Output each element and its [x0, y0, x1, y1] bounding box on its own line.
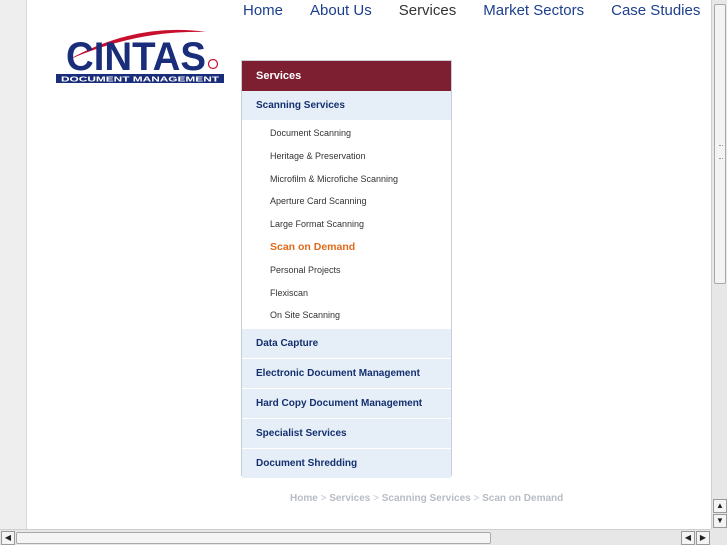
menu-item-on-site-scanning[interactable]: On Site Scanning — [242, 304, 451, 327]
menu-item-large-format-scanning[interactable]: Large Format Scanning — [242, 213, 451, 236]
scroll-down-arrow-icon[interactable]: ▼ — [713, 514, 727, 528]
registered-mark-icon — [207, 58, 219, 70]
horizontal-scrollbar[interactable]: ◀ ◀ ▶ — [0, 529, 711, 545]
scroll-up-arrow-icon[interactable]: ▲ — [713, 499, 727, 513]
scrollbar-corner — [711, 529, 727, 545]
menu-item-document-scanning[interactable]: Document Scanning — [242, 122, 451, 145]
breadcrumb-home[interactable]: Home — [290, 493, 318, 504]
menu-item-personal-projects[interactable]: Personal Projects — [242, 259, 451, 282]
menu-item-microfilm-scanning[interactable]: Microfilm & Microfiche Scanning — [242, 168, 451, 191]
menu-item-heritage-preservation[interactable]: Heritage & Preservation — [242, 145, 451, 168]
left-margin-strip — [0, 0, 27, 529]
scroll-left-arrow-icon[interactable]: ◀ — [1, 531, 15, 545]
nav-market-sectors-link[interactable]: Market Sectors — [483, 0, 584, 24]
cintas-logo[interactable]: CINTAS DOCUMENT MANAGEMENT — [56, 20, 224, 86]
cintas-logo-graphic: CINTAS DOCUMENT MANAGEMENT — [56, 29, 224, 84]
menu-item-scan-on-demand[interactable]: Scan on Demand — [242, 236, 451, 259]
menu-section-document-shredding[interactable]: Document Shredding — [242, 449, 451, 480]
breadcrumb-services[interactable]: Services — [329, 493, 370, 504]
nav-services-link[interactable]: Services — [399, 0, 457, 24]
nav-home-link[interactable]: Home — [243, 0, 283, 24]
services-sidebar-menu: Services Scanning Services Document Scan… — [241, 60, 452, 480]
breadcrumb-current-page: Scan on Demand — [482, 493, 564, 504]
scanning-sub-menu: Document Scanning Heritage & Preservatio… — [242, 121, 451, 329]
logo-brand-text: CINTAS — [66, 35, 206, 79]
grip-icon — [719, 145, 723, 159]
menu-section-specialist-services[interactable]: Specialist Services — [242, 419, 451, 450]
menu-item-aperture-card-scanning[interactable]: Aperture Card Scanning — [242, 190, 451, 213]
menu-section-data-capture[interactable]: Data Capture — [242, 329, 451, 360]
menu-section-electronic-document-management[interactable]: Electronic Document Management — [242, 359, 451, 390]
breadcrumb-scanning-services[interactable]: Scanning Services — [382, 493, 471, 504]
menu-section-hard-copy-document-management[interactable]: Hard Copy Document Management — [242, 389, 451, 420]
nav-about-us-link[interactable]: About Us — [310, 0, 372, 24]
scroll-left-arrow-icon[interactable]: ◀ — [681, 531, 695, 545]
nav-case-studies-link[interactable]: Case Studies — [611, 0, 700, 24]
breadcrumb: Home > Services > Scanning Services > Sc… — [290, 493, 563, 504]
top-navigation: Home About Us Services Market Sectors Ca… — [243, 0, 727, 24]
menu-header: Services — [242, 61, 451, 91]
menu-section-scanning-services[interactable]: Scanning Services — [242, 91, 451, 121]
logo-tagline-text: DOCUMENT MANAGEMENT — [61, 77, 220, 84]
scroll-right-arrow-icon[interactable]: ▶ — [696, 531, 710, 545]
vertical-scroll-thumb[interactable] — [714, 4, 726, 284]
menu-item-flexiscan[interactable]: Flexiscan — [242, 282, 451, 305]
breadcrumb-separator: > — [473, 493, 480, 504]
horizontal-scroll-thumb[interactable] — [16, 532, 491, 544]
vertical-scrollbar[interactable]: ▲ ▼ — [711, 0, 727, 529]
breadcrumb-separator: > — [373, 493, 379, 504]
breadcrumb-separator: > — [320, 493, 327, 504]
